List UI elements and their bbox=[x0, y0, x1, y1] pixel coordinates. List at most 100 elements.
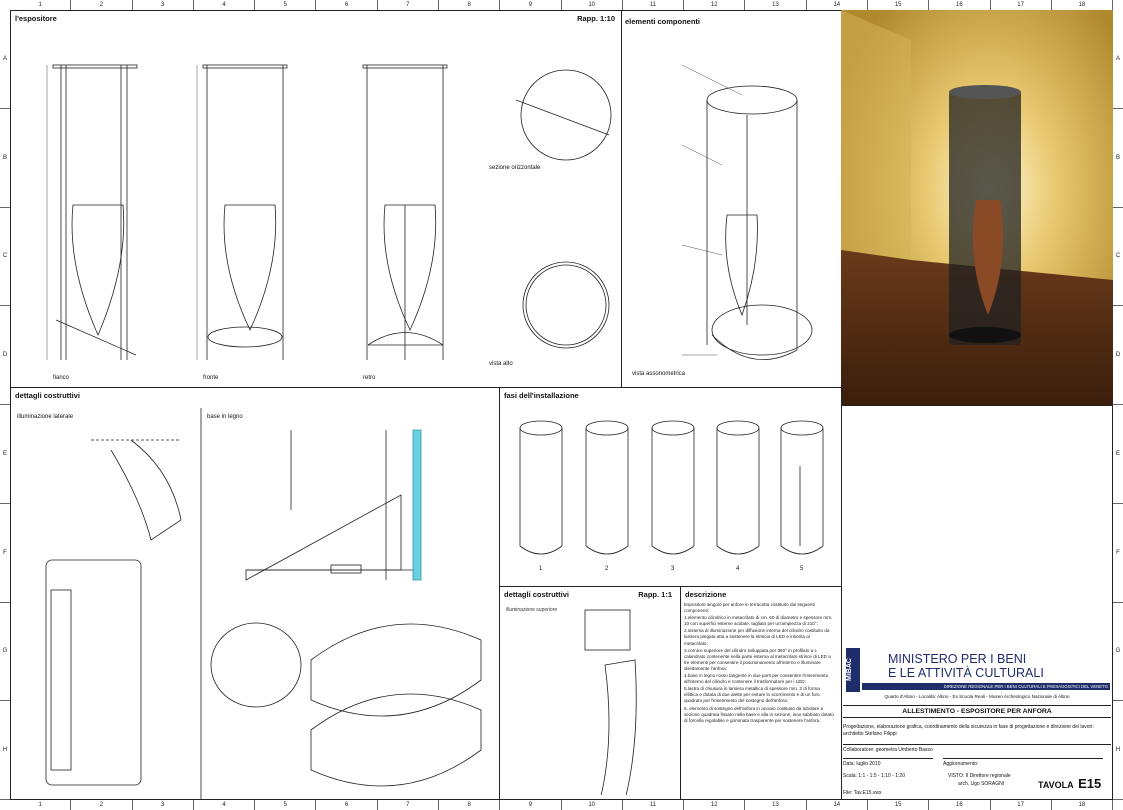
column-ruler-bottom: 1 2 3 4 5 6 7 8 9 10 11 12 13 14 15 16 17 18 bbox=[10, 799, 1114, 810]
construction-details bbox=[45, 408, 482, 800]
column-label: 15 bbox=[868, 0, 930, 10]
view-label: retro bbox=[363, 375, 376, 381]
title-block bbox=[841, 405, 1113, 800]
column-label: 9 bbox=[500, 0, 562, 10]
step-number: 4 bbox=[736, 566, 740, 572]
column-label: 7 bbox=[378, 0, 439, 10]
panel-dettagli-1-1: dettagli costruttivi Rapp. 1:1 illuminaz… bbox=[499, 586, 681, 800]
column-label: 14 bbox=[807, 800, 868, 810]
top-lighting-detail bbox=[584, 609, 637, 795]
column-label: 5 bbox=[255, 0, 317, 10]
view-label: vista alto bbox=[489, 361, 513, 367]
render-illustration bbox=[841, 10, 1113, 406]
panel-title: descrizione bbox=[685, 590, 727, 599]
scale-text: Scala: 1:1 - 1:5 - 1:10 - 1:20 bbox=[843, 773, 905, 779]
row-label: C bbox=[0, 208, 10, 307]
row-label: H bbox=[0, 701, 10, 800]
column-label: 18 bbox=[1052, 0, 1114, 10]
direzione-bar: DIREZIONE REGIONALE PER I BENI CULTURALI… bbox=[862, 683, 1110, 690]
ministry-name-1: MINISTERO PER I BENI bbox=[888, 652, 1027, 666]
column-label: 10 bbox=[562, 800, 623, 810]
orthographic-views bbox=[46, 64, 612, 360]
row-label: D bbox=[1113, 306, 1123, 405]
column-label: 7 bbox=[378, 800, 439, 810]
column-label: 14 bbox=[807, 0, 868, 10]
column-label: 3 bbox=[133, 800, 194, 810]
column-label: 6 bbox=[316, 0, 378, 10]
row-label: H bbox=[1113, 701, 1123, 800]
column-label: 11 bbox=[623, 0, 685, 10]
panel-dettagli: dettagli costruttivi illuminazione later… bbox=[10, 387, 500, 800]
view-label: fronte bbox=[203, 375, 219, 381]
column-label: 17 bbox=[991, 800, 1052, 810]
description-paragraph: 1.elemento cilindrico in metacrilato di … bbox=[684, 615, 833, 627]
file-name: File: Tav.E15.vwx bbox=[843, 790, 882, 796]
panel-espositore: l'espositore Rapp. 1:10 fianco fronte re… bbox=[10, 10, 622, 388]
collaboratore-text: Collaboratore: geometra Umberto Basso bbox=[843, 744, 1111, 753]
director-name: arch. Ugo SORAGNI bbox=[958, 781, 1005, 787]
column-label: 12 bbox=[684, 800, 746, 810]
mibac-logo: MiBAC bbox=[846, 648, 860, 692]
row-label: B bbox=[1113, 109, 1123, 208]
panel-title: dettagli costruttivi bbox=[504, 590, 570, 599]
row-ruler-right: ABCDEFGH bbox=[1112, 10, 1123, 800]
column-label: 15 bbox=[868, 800, 930, 810]
description-paragraph: 3.cornice superiore del cilindro svilupp… bbox=[684, 647, 831, 671]
column-label: 2 bbox=[71, 800, 133, 810]
panel-componenti: elementi componenti vista assonometrica bbox=[621, 10, 842, 388]
column-label: 11 bbox=[623, 800, 685, 810]
project-title: ALLESTIMENTO - ESPOSITORE PER ANFORA bbox=[843, 705, 1111, 718]
column-label: 17 bbox=[991, 0, 1052, 10]
description-paragraph: 4.base in legno rosso tangente in due pa… bbox=[684, 673, 829, 685]
row-label: B bbox=[0, 109, 10, 208]
column-label: 10 bbox=[562, 0, 623, 10]
date-text: Data: luglio 2010 bbox=[843, 758, 933, 767]
panel-scale: Rapp. 1:10 bbox=[577, 14, 615, 23]
column-label: 12 bbox=[684, 0, 746, 10]
row-label: A bbox=[0, 10, 10, 109]
panel-scale: Rapp. 1:1 bbox=[638, 590, 672, 599]
description-paragraph: 2.sistema di illuminazione per diffusion… bbox=[684, 628, 830, 646]
row-label: A bbox=[1113, 10, 1123, 109]
view-label: vista assonometrica bbox=[632, 371, 686, 377]
panel-title: l'espositore bbox=[15, 14, 57, 23]
column-label: 6 bbox=[316, 800, 378, 810]
column-label: 3 bbox=[133, 0, 194, 10]
row-label: E bbox=[1113, 405, 1123, 504]
view-label: sezione orizzontale bbox=[489, 165, 541, 171]
column-label: 16 bbox=[929, 800, 991, 810]
visto-text: VISTO: Il Direttore regionale bbox=[948, 773, 1011, 779]
panel-title: dettagli costruttivi bbox=[15, 391, 81, 400]
step-number: 5 bbox=[800, 566, 804, 572]
row-label: F bbox=[1113, 504, 1123, 603]
panel-fasi: fasi dell'installazione 1 2 3 4 5 bbox=[499, 387, 842, 587]
column-label: 13 bbox=[745, 0, 807, 10]
column-label: 4 bbox=[194, 800, 256, 810]
description-paragraph: 6. elemento di sostegno dell'anfora in a… bbox=[684, 705, 834, 723]
column-label: 13 bbox=[745, 800, 807, 810]
column-label: 8 bbox=[439, 0, 501, 10]
description-paragraph: Espositore singolo per anfore in terraco… bbox=[684, 602, 815, 614]
row-label: D bbox=[0, 306, 10, 405]
drawing-sheet: 1 2 3 4 5 6 7 8 9 10 11 12 13 14 15 16 17 18 1 2 3 4 5 6 7 8 9 10 1… bbox=[0, 0, 1123, 810]
sheet-label: TAVOLA bbox=[1038, 780, 1074, 790]
render-image bbox=[841, 10, 1113, 406]
column-label: 9 bbox=[500, 800, 562, 810]
row-label: G bbox=[1113, 603, 1123, 702]
view-label: fianco bbox=[53, 375, 70, 381]
description-paragraph: 5.lastra di chiusura in lamiera metallic… bbox=[684, 686, 820, 704]
credits-text: Progettazione, elaborazione grafica, coo… bbox=[843, 724, 1094, 737]
description-text: Espositore singolo per anfore in terraco… bbox=[684, 602, 834, 725]
row-label: F bbox=[0, 504, 10, 603]
column-label: 16 bbox=[929, 0, 991, 10]
row-label: C bbox=[1113, 208, 1123, 307]
column-label: 5 bbox=[255, 800, 317, 810]
sheet-number: TAVOLA E15 bbox=[1038, 775, 1101, 793]
column-label: 18 bbox=[1052, 800, 1114, 810]
step-number: 3 bbox=[671, 566, 675, 572]
aggiornamento-text: Aggiornamento: bbox=[943, 758, 1103, 767]
column-label: 8 bbox=[439, 800, 501, 810]
column-label: 1 bbox=[10, 0, 72, 10]
column-label: 1 bbox=[10, 800, 72, 810]
step-number: 1 bbox=[539, 566, 543, 572]
